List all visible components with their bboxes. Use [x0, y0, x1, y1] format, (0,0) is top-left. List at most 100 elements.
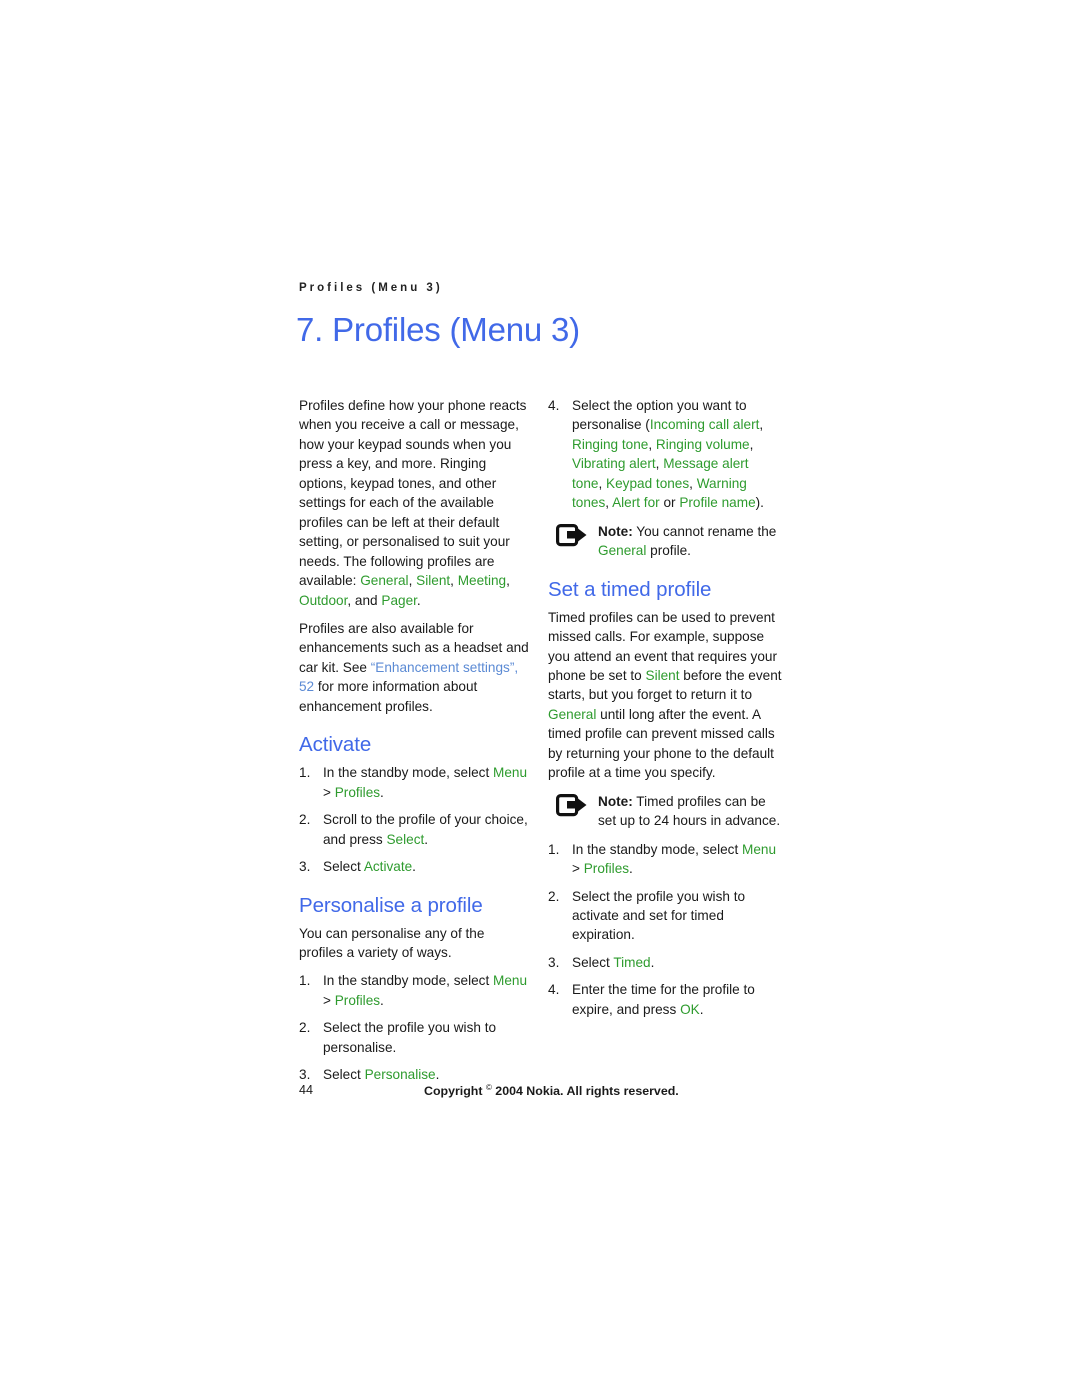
- step-text: .: [380, 784, 384, 800]
- list-item: Enter the time for the profile to expire…: [548, 980, 782, 1019]
- step-text: >: [323, 992, 335, 1008]
- sep: ,: [749, 436, 754, 452]
- note-block: Note: You cannot rename the General prof…: [548, 522, 782, 561]
- step-text: .: [435, 1067, 440, 1083]
- list-item: Select Activate.: [299, 857, 531, 877]
- list-item: Scroll to the profile of your choice, an…: [299, 810, 531, 849]
- step-text: >: [572, 861, 584, 877]
- list-item: In the standby mode, select Menu > Profi…: [548, 840, 782, 879]
- note-body: profile.: [646, 543, 691, 559]
- note-text: Note: You cannot rename the General prof…: [598, 522, 782, 561]
- sep: ,: [648, 436, 656, 452]
- note-body: You cannot rename the: [632, 523, 777, 539]
- page-number: 44: [299, 1083, 314, 1097]
- ui-term-activate: Activate: [363, 859, 413, 875]
- ui-term-alert-for: Alert for: [612, 495, 660, 511]
- step-text: .: [699, 1001, 704, 1017]
- step-text: In the standby mode, select: [323, 973, 494, 989]
- ui-term-menu: Menu: [742, 841, 777, 857]
- ui-term-personalise: Personalise: [364, 1067, 436, 1083]
- step-text: In the standby mode, select: [572, 841, 743, 857]
- list-item: Select the option you want to personalis…: [548, 396, 782, 513]
- profile-general: General: [360, 573, 409, 589]
- list-item: Select the profile you wish to activate …: [548, 887, 782, 945]
- note-label: Note:: [598, 793, 633, 809]
- personalise-intro: You can personalise any of the profiles …: [299, 925, 485, 960]
- sep: , and: [347, 592, 382, 608]
- timed-paragraph: Timed profiles can be used to prevent mi…: [548, 608, 782, 783]
- ui-term-profiles: Profiles: [334, 784, 381, 800]
- note-block: Note: Timed profiles can be set up to 24…: [548, 792, 782, 831]
- ui-term-silent: Silent: [645, 667, 680, 683]
- step-text: Select: [323, 859, 364, 875]
- step-text: .: [380, 992, 384, 1008]
- profile-meeting: Meeting: [457, 573, 507, 589]
- note-arrow-icon: [556, 793, 588, 818]
- ui-term-general: General: [548, 706, 597, 722]
- ui-term-ringing-tone: Ringing tone: [572, 436, 649, 452]
- ui-term-menu: Menu: [493, 765, 528, 781]
- ui-term-menu: Menu: [493, 973, 528, 989]
- step-text: Enter the time for the profile to expire…: [572, 982, 755, 1017]
- ui-term-profile-name: Profile name: [679, 495, 756, 511]
- sep: ,: [689, 475, 697, 491]
- step-text: Select: [323, 1067, 365, 1083]
- step-text: Select: [572, 954, 614, 970]
- profile-silent: Silent: [416, 573, 451, 589]
- running-header: Profiles (Menu 3): [299, 282, 443, 294]
- step-text: In the standby mode, select: [323, 765, 494, 781]
- ui-term-profiles: Profiles: [334, 992, 381, 1008]
- intro-paragraph: Profiles define how your phone reacts wh…: [299, 396, 531, 610]
- sep: .: [416, 592, 421, 608]
- timed-steps: In the standby mode, select Menu > Profi…: [548, 840, 782, 1020]
- ui-term-general: General: [598, 543, 647, 559]
- sep: ,: [598, 475, 607, 491]
- ui-term-select: Select: [386, 831, 425, 847]
- copyright-notice: Copyright © 2004 Nokia. All rights reser…: [424, 1083, 679, 1098]
- sep: ,: [450, 573, 458, 589]
- note-text: Note: Timed profiles can be set up to 24…: [598, 792, 782, 831]
- section-heading-timed-profile: Set a timed profile: [548, 577, 712, 601]
- step-text: .: [424, 831, 429, 847]
- list-item: In the standby mode, select Menu > Profi…: [299, 971, 531, 1010]
- section-heading-personalise: Personalise a profile: [299, 893, 483, 917]
- enhancements-text-after: for more information about enhancement p…: [299, 679, 478, 714]
- step-text: .: [412, 859, 416, 875]
- right-column: Select the option you want to personalis…: [548, 396, 782, 1019]
- intro-text: Profiles define how your phone reacts wh…: [299, 398, 527, 589]
- ui-term-ok: OK: [680, 1001, 700, 1017]
- step-text: .: [650, 954, 655, 970]
- step-text: .: [629, 861, 633, 877]
- ui-term-incoming-call-alert: Incoming call alert: [649, 417, 760, 433]
- sep: ).: [755, 495, 764, 511]
- ui-term-keypad-tones: Keypad tones: [606, 475, 690, 491]
- profile-outdoor: Outdoor: [299, 592, 348, 608]
- ui-term-timed: Timed: [613, 954, 651, 970]
- step-text: Select the profile you wish to activate …: [572, 888, 746, 943]
- list-item: Select Personalise.: [299, 1065, 531, 1085]
- copyright-text: Copyright: [424, 1084, 486, 1099]
- sep: ,: [759, 417, 764, 433]
- section-heading-activate: Activate: [299, 733, 372, 757]
- ui-term-profiles: Profiles: [583, 861, 630, 877]
- enhancements-paragraph: Profiles are also available for enhancem…: [299, 619, 531, 716]
- list-item: Select Timed.: [548, 953, 782, 973]
- sep: or: [659, 495, 680, 511]
- personalise-steps: In the standby mode, select Menu > Profi…: [299, 971, 531, 1085]
- note-label: Note:: [598, 523, 633, 539]
- left-column: Profiles define how your phone reacts wh…: [299, 396, 531, 1085]
- step-text: Select the profile you wish to personali…: [323, 1020, 497, 1055]
- profile-pager: Pager: [381, 592, 417, 608]
- sep: ,: [506, 573, 510, 589]
- ui-term-ringing-volume: Ringing volume: [655, 436, 750, 452]
- activate-steps: In the standby mode, select Menu > Profi…: [299, 763, 531, 877]
- copyright-text: 2004 Nokia. All rights reserved.: [491, 1084, 679, 1099]
- ui-term-vibrating-alert: Vibrating alert: [572, 456, 656, 472]
- document-page: Profiles (Menu 3) 7. Profiles (Menu 3) P…: [0, 0, 1080, 1397]
- list-item: In the standby mode, select Menu > Profi…: [299, 763, 531, 802]
- page-title: 7. Profiles (Menu 3): [296, 311, 580, 348]
- step-text: >: [323, 784, 335, 800]
- note-arrow-icon: [556, 523, 588, 548]
- list-item: Select the profile you wish to personali…: [299, 1018, 531, 1057]
- personalise-steps-continued: Select the option you want to personalis…: [548, 396, 782, 513]
